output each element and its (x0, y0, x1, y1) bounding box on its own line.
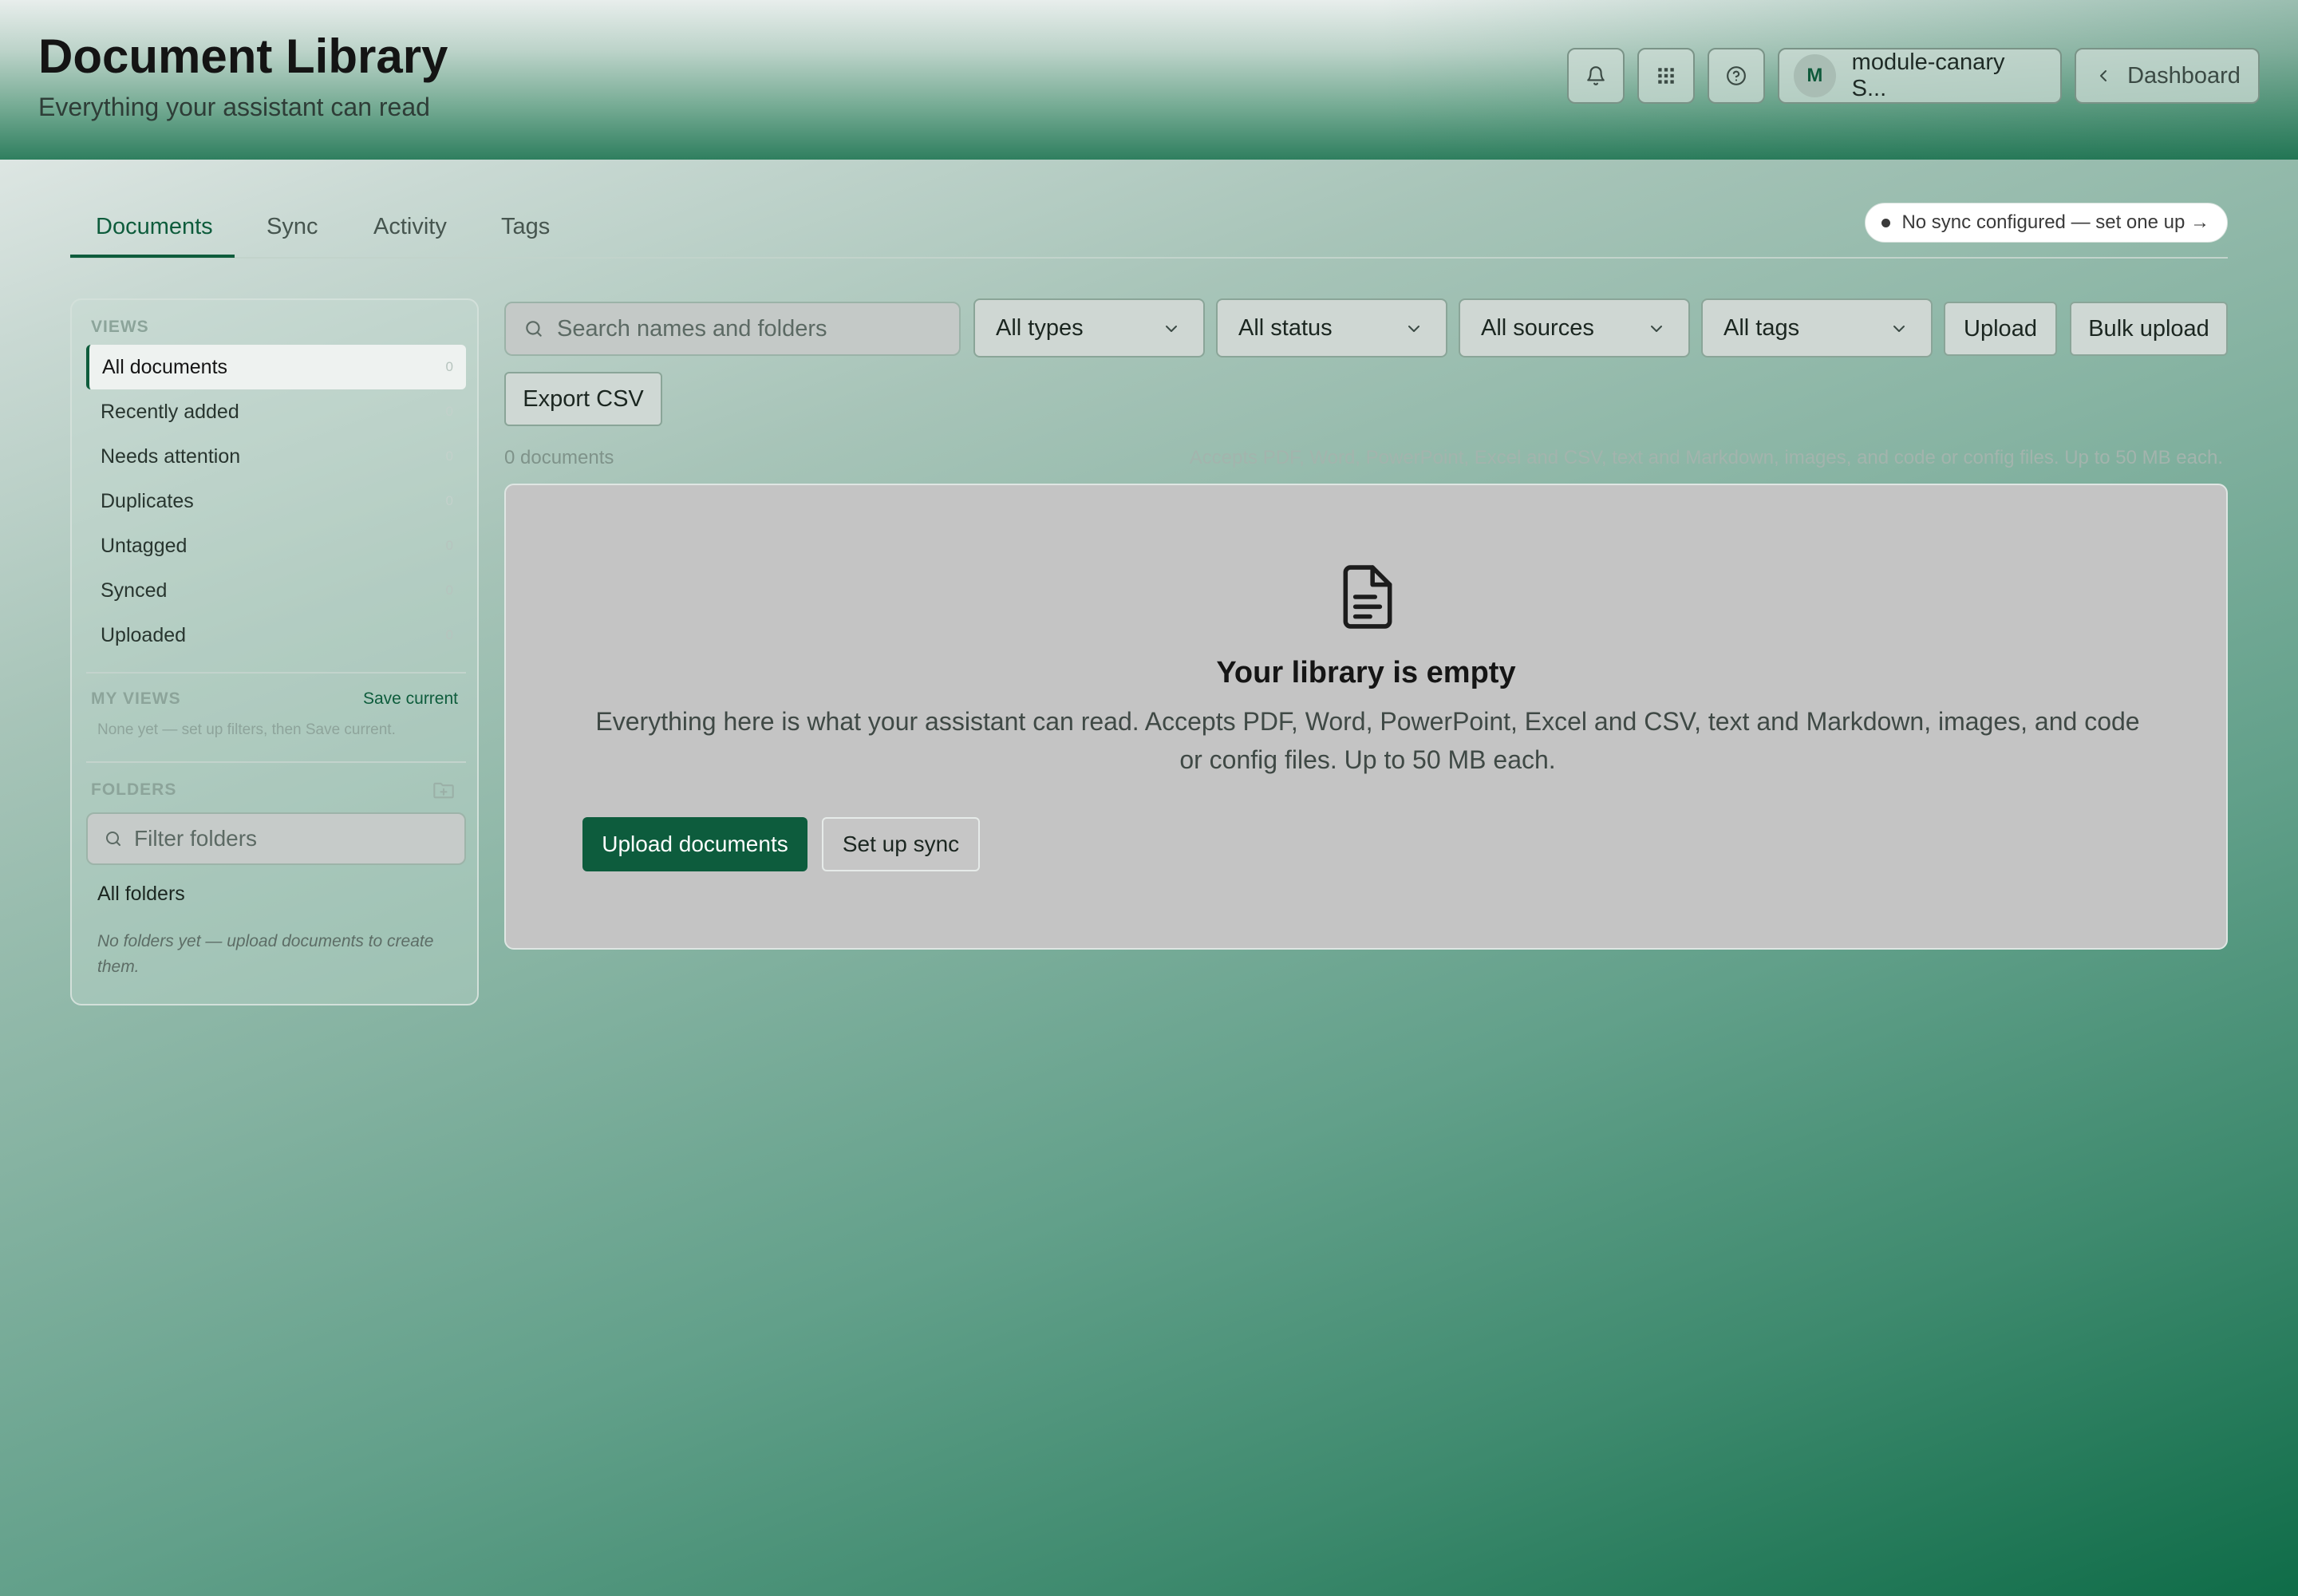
view-item-untagged[interactable]: Untagged 0 (86, 523, 466, 568)
view-item-count: 0 (445, 538, 453, 553)
set-up-sync-button[interactable]: Set up sync (822, 817, 980, 871)
my-views-hint: None yet — set up filters, then Save cur… (97, 721, 396, 738)
chevron-down-icon (1408, 326, 1419, 332)
view-item-count: 0 (445, 493, 453, 508)
no-folders-message: No folders yet — upload documents to cre… (97, 932, 434, 976)
status-filter-value: All status (1238, 314, 1333, 341)
view-item-needs-attention[interactable]: Needs attention 0 (86, 434, 466, 479)
bell-icon (1587, 66, 1605, 85)
chevron-left-icon (2100, 70, 2107, 81)
search-input[interactable]: Search names and folders (504, 302, 961, 356)
folders-section-title: FOLDERS (91, 780, 177, 799)
my-views-section-title: MY VIEWS (91, 689, 181, 708)
empty-state-panel: Your library is empty Everything here is… (504, 484, 2228, 950)
view-item-label: Uploaded (101, 623, 187, 646)
view-item-count: 0 (445, 448, 453, 464)
empty-state-title: Your library is empty (1216, 656, 1516, 689)
tab-tags[interactable]: Tags (501, 214, 550, 240)
source-filter-value: All sources (1481, 314, 1594, 341)
search-icon (106, 832, 120, 846)
view-item-label: Synced (101, 579, 168, 602)
type-filter-value: All types (996, 314, 1084, 341)
status-dot (1881, 218, 1891, 227)
tab-bar: Documents Sync Activity Tags No sync con… (70, 203, 2228, 259)
account-name: module-canary S... (1851, 49, 2005, 101)
page-title: Document Library (38, 30, 448, 83)
view-item-label: Needs attention (101, 444, 241, 468)
bulk-upload-button[interactable]: Bulk upload (2070, 302, 2228, 356)
search-placeholder: Search names and folders (557, 315, 827, 342)
view-item-label: Duplicates (101, 489, 194, 512)
chevron-down-icon (1651, 326, 1662, 332)
sidebar: VIEWS All documents 0 Recently added 0 N… (70, 298, 479, 1005)
chevron-down-icon (1166, 326, 1177, 332)
status-filter-select[interactable]: All status (1216, 298, 1447, 358)
apps-grid-icon (1658, 68, 1674, 84)
tab-documents[interactable]: Documents (96, 214, 213, 240)
upload-documents-button[interactable]: Upload documents (582, 817, 807, 871)
view-item-label: Untagged (101, 534, 188, 557)
folder-filter-input[interactable]: Filter folders (86, 812, 466, 865)
help-button[interactable] (1708, 48, 1765, 104)
apps-button[interactable] (1637, 48, 1695, 104)
source-filter-select[interactable]: All sources (1459, 298, 1690, 358)
page-subtitle: Everything your assistant can read (38, 93, 430, 121)
avatar: M (1794, 54, 1836, 97)
export-csv-button[interactable]: Export CSV (504, 372, 662, 426)
notifications-button[interactable] (1567, 48, 1625, 104)
view-item-all-documents[interactable]: All documents 0 (86, 345, 466, 389)
view-item-count: 0 (445, 583, 453, 598)
view-item-synced[interactable]: Synced 0 (86, 568, 466, 613)
dashboard-label: Dashboard (2127, 62, 2241, 89)
search-icon (526, 321, 542, 337)
view-item-uploaded[interactable]: Uploaded 0 (86, 613, 466, 658)
type-filter-select[interactable]: All types (973, 298, 1205, 358)
view-item-label: All documents (102, 355, 228, 378)
view-item-count: 0 (445, 627, 453, 642)
view-item-count: 0 (445, 404, 453, 419)
active-tab-indicator (70, 255, 235, 258)
all-folders-item[interactable]: All folders (97, 883, 185, 906)
divider (86, 672, 466, 674)
view-item-label: Recently added (101, 400, 239, 423)
accepted-formats-note: Accepts PDF, Word, PowerPoint, Excel and… (1189, 447, 2223, 468)
divider (86, 761, 466, 763)
chevron-down-icon (1893, 326, 1905, 332)
view-item-recently-added[interactable]: Recently added 0 (86, 389, 466, 434)
tab-sync[interactable]: Sync (267, 214, 318, 240)
view-item-duplicates[interactable]: Duplicates 0 (86, 479, 466, 523)
folder-filter-placeholder: Filter folders (134, 826, 258, 851)
document-icon (1343, 565, 1392, 629)
account-menu-button[interactable]: M module-canary S... (1778, 48, 2062, 104)
sync-status-pill[interactable]: No sync configured — set one up → (1865, 203, 2228, 243)
dashboard-button[interactable]: Dashboard (2075, 48, 2260, 104)
page-header: Document Library Everything your assista… (0, 0, 2298, 160)
tag-filter-select[interactable]: All tags (1701, 298, 1933, 358)
upload-button[interactable]: Upload (1944, 302, 2057, 356)
sync-status-text: No sync configured — set one up → (1901, 211, 2209, 233)
view-item-count: 0 (445, 359, 453, 374)
new-folder-icon[interactable] (432, 780, 455, 800)
help-icon (1727, 66, 1746, 85)
empty-state-description: Everything here is what your assistant c… (595, 707, 2140, 774)
views-section-title: VIEWS (91, 318, 149, 336)
tag-filter-value: All tags (1724, 314, 1800, 341)
tab-activity[interactable]: Activity (373, 214, 447, 240)
document-count: 0 documents (504, 447, 614, 468)
save-current-link[interactable]: Save current (363, 689, 458, 709)
